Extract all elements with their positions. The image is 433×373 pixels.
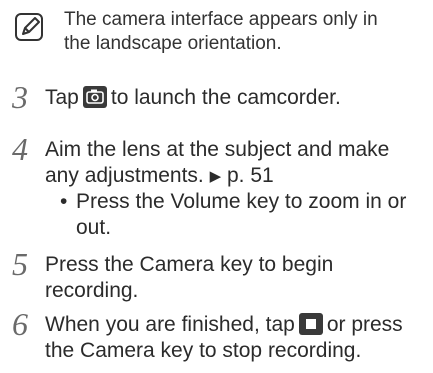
bullet-line-2: out. (76, 216, 112, 239)
stop-icon[interactable] (298, 313, 323, 335)
step-3-text-after: to launch the camcorder. (110, 86, 341, 109)
step-text: Tap to launch the camcorder. (45, 85, 341, 111)
step-6-line-2: the Camera key to stop recording. (45, 339, 362, 362)
note-box: The camera interface appears only in the… (14, 8, 424, 60)
step-3-text-before: Tap (45, 86, 79, 109)
note-text: The camera interface appears only in the… (64, 8, 378, 56)
arrow-right-icon: ▶ (209, 168, 222, 185)
step-number: 4 (12, 131, 28, 167)
step-5-line-1: Press the Camera key to begin (45, 253, 334, 276)
step-6-line-1: When you are finished, tap or press (45, 312, 403, 338)
camera-switch-icon[interactable] (82, 86, 107, 108)
step-4-line-1: Aim the lens at the subject and make (45, 138, 390, 161)
step-4-line-2-text: any adjustments. (45, 164, 204, 187)
note-line-1: The camera interface appears only in (64, 9, 378, 30)
step-6-text-before: When you are finished, tap (45, 313, 295, 336)
page-reference-link[interactable]: p. 51 (227, 164, 274, 187)
step-number: 6 (12, 306, 28, 342)
step-4-line-2: any adjustments. ▶ p. 51 (45, 163, 274, 190)
step-number: 5 (12, 246, 28, 282)
step-number: 3 (12, 79, 28, 115)
note-pencil-icon (15, 13, 43, 41)
bullet-line-1: Press the Volume key to zoom in or (76, 190, 407, 213)
note-line-2: the landscape orientation. (64, 33, 282, 54)
bullet-icon: • (60, 190, 68, 213)
step-6-text-after: or press (326, 313, 403, 336)
step-5-line-2: recording. (45, 279, 139, 302)
